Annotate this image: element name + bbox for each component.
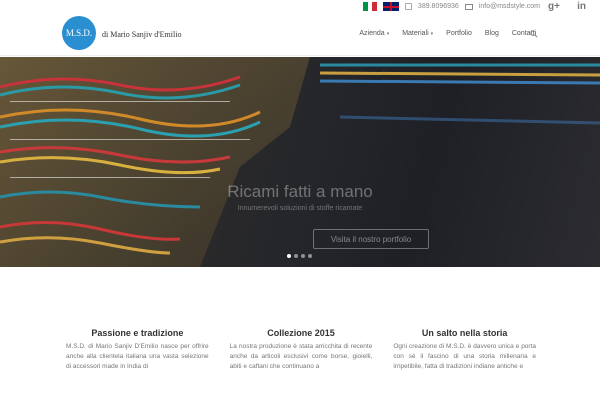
nav-item-portfolio[interactable]: Portfolio (446, 30, 472, 37)
site-header: M.S.D. di Mario Sanjiv d'Emilio Azienda … (0, 16, 600, 56)
feature-title: Un salto nella storia (421, 328, 508, 338)
slider-dot[interactable] (287, 254, 291, 258)
nav-item-blog[interactable]: Blog (485, 30, 499, 37)
nav-label: Blog (484, 30, 499, 37)
slider-dot[interactable] (294, 254, 298, 258)
linkedin-icon[interactable]: in (577, 1, 586, 12)
chevron-down-icon: ▾ (430, 30, 434, 37)
feature-column: Un salto nella storia Ogni creazione di … (393, 328, 536, 372)
nav-item-materiali[interactable]: Materiali ▾ (402, 30, 433, 37)
top-bar-contacts: 389.8096936 info@msdstyle.com (362, 2, 540, 11)
brand-name[interactable]: di Mario Sanjiv d'Emilio (102, 30, 181, 39)
feature-text: Ogni creazione di M.S.D. è davvero unica… (393, 343, 537, 370)
portfolio-button[interactable]: Visita il nostro portfolio (313, 229, 429, 249)
email-link[interactable]: info@msdstyle.com (479, 3, 540, 10)
english-flag-icon[interactable] (382, 2, 399, 11)
slider-dot[interactable] (301, 254, 305, 258)
mail-icon (464, 3, 473, 10)
nav-item-azienda[interactable]: Azienda ▾ (359, 30, 389, 37)
hero-subtitle: Innumerevoli soluzioni di stoffe ricamat… (237, 205, 363, 212)
logo[interactable]: M.S.D. (62, 16, 96, 50)
main-nav: Azienda ▾ Materiali ▾ Portfolio Blog Con… (359, 30, 536, 37)
hero-title: Ricami fatti a mano (227, 182, 373, 201)
slider-dot[interactable] (308, 254, 312, 258)
nav-label: Portfolio (446, 30, 472, 37)
feature-text: La nostra produzione è stata arricchita … (229, 343, 373, 370)
hero-embroidery-image (0, 57, 600, 267)
logo-text: M.S.D. (65, 28, 93, 38)
feature-columns: Passione e tradizione M.S.D. di Mario Sa… (66, 328, 536, 372)
nav-label: Azienda (359, 30, 385, 37)
feature-title: Collezione 2015 (267, 328, 335, 338)
nav-label: Materiali (402, 30, 429, 37)
slider-pagination (287, 254, 312, 258)
hero-slider[interactable]: Ricami fatti a mano Innumerevoli soluzio… (0, 57, 600, 267)
italian-flag-icon[interactable] (362, 2, 377, 11)
search-icon[interactable] (530, 30, 538, 38)
google-plus-icon[interactable]: g+ (548, 1, 560, 12)
feature-title: Passione e tradizione (91, 328, 184, 338)
top-bar: 389.8096936 info@msdstyle.com g+ in (0, 0, 600, 16)
chevron-down-icon: ▾ (386, 30, 390, 37)
feature-text: M.S.D. di Mario Sanjiv D'Emilio nasce pe… (66, 343, 209, 370)
phone-icon (404, 3, 412, 10)
phone-number[interactable]: 389.8096936 (418, 3, 459, 10)
feature-column: Collezione 2015 La nostra produzione è s… (230, 328, 373, 372)
feature-column: Passione e tradizione M.S.D. di Mario Sa… (66, 328, 209, 372)
